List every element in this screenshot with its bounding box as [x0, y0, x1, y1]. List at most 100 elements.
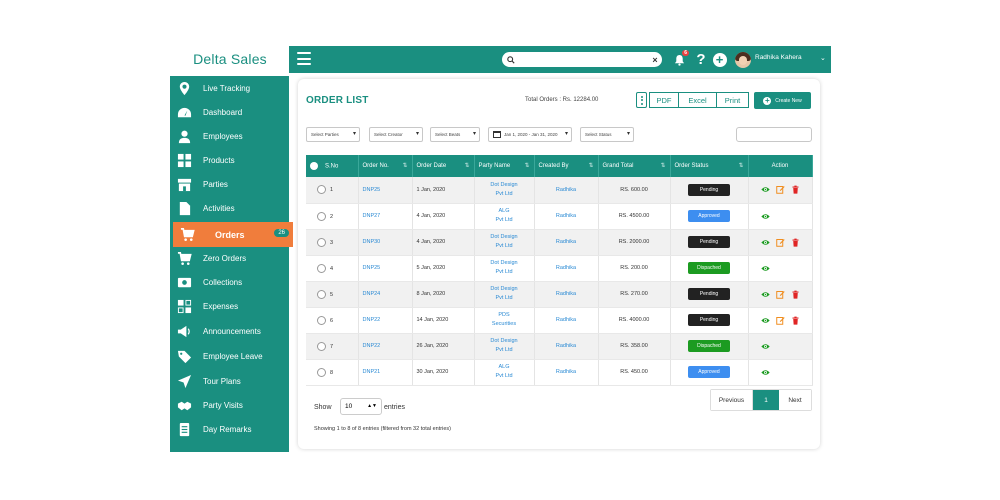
cell-order-no[interactable]: DNP24: [358, 281, 413, 308]
table-row[interactable]: 5 DNP24 8 Jan, 2020 Dot Design Pvt Ltd Radhik…: [306, 281, 813, 308]
hamburger-menu-icon[interactable]: [297, 52, 311, 66]
col-sno[interactable]: S.No: [306, 155, 359, 177]
col-created-by[interactable]: Created By ⇅: [534, 155, 599, 177]
sidebar-item-orders[interactable]: Orders 26: [173, 222, 293, 247]
row-checkbox[interactable]: [317, 289, 326, 299]
cell-created-by[interactable]: Radhika: [534, 203, 599, 230]
cell-order-no[interactable]: DNP22: [358, 333, 413, 360]
table-row[interactable]: 3 DNP30 4 Jan, 2020 Dot Design Pvt Ltd Radhik…: [306, 229, 813, 256]
view-eye-icon[interactable]: [760, 212, 770, 221]
table-row[interactable]: 8 DNP21 30 Jan, 2020 ALG Pvt Ltd Radhika RS. 4…: [306, 359, 813, 386]
cell-order-no[interactable]: DNP22: [358, 307, 413, 334]
row-checkbox[interactable]: [317, 263, 326, 273]
select-beats-dropdown[interactable]: Select Beats ▾: [430, 127, 480, 142]
table-row[interactable]: 6 DNP22 14 Jan, 2020 PDS Securities Radhika RS…: [306, 307, 813, 334]
delete-trash-icon[interactable]: [791, 185, 800, 194]
sidebar-item-dashboard[interactable]: Dashboard: [170, 101, 289, 123]
clear-search-icon[interactable]: ×: [648, 55, 662, 65]
previous-page-button[interactable]: Previous: [711, 390, 753, 410]
sidebar-item-zero-orders[interactable]: Zero Orders: [170, 247, 289, 269]
edit-pencil-icon[interactable]: [775, 316, 785, 325]
avatar[interactable]: [735, 52, 751, 68]
cell-order-no[interactable]: DNP25: [358, 177, 413, 204]
sidebar-item-employees[interactable]: Employees: [170, 125, 289, 147]
view-eye-icon[interactable]: [760, 342, 770, 351]
excel-button[interactable]: Excel: [679, 92, 717, 108]
cell-order-no[interactable]: DNP21: [358, 359, 413, 386]
add-icon[interactable]: +: [712, 52, 727, 67]
col-order-no[interactable]: Order No. ⇅: [358, 155, 413, 177]
delete-trash-icon[interactable]: [791, 290, 800, 299]
entries-per-page-select[interactable]: 10 ▲▼: [340, 398, 382, 415]
col-order-status[interactable]: Order Status ⇅: [670, 155, 749, 177]
table-row[interactable]: 7 DNP22 26 Jan, 2020 Dot Design Pvt Ltd Radhi…: [306, 333, 813, 360]
user-name[interactable]: Radhika Kahera: [755, 54, 802, 61]
row-checkbox[interactable]: [317, 211, 326, 221]
table-row[interactable]: 1 DNP25 1 Jan, 2020 Dot Design Pvt Ltd Radhik…: [306, 177, 813, 204]
sidebar-item-products[interactable]: Products: [170, 149, 289, 171]
sidebar-item-employee-leave[interactable]: Employee Leave: [170, 345, 289, 367]
sidebar-item-expenses[interactable]: Expenses: [170, 295, 289, 317]
notification-bell-icon[interactable]: 6: [672, 50, 689, 67]
cell-party-name[interactable]: Dot Design Pvt Ltd: [474, 255, 535, 282]
cell-created-by[interactable]: Radhika: [534, 307, 599, 334]
view-eye-icon[interactable]: [760, 238, 770, 247]
print-button[interactable]: Print: [717, 92, 749, 108]
row-checkbox[interactable]: [317, 341, 326, 351]
delete-trash-icon[interactable]: [791, 316, 800, 325]
cell-created-by[interactable]: Radhika: [534, 177, 599, 204]
view-eye-icon[interactable]: [760, 264, 770, 273]
view-eye-icon[interactable]: [760, 316, 770, 325]
cell-party-name[interactable]: ALG Pvt Ltd: [474, 359, 535, 386]
sidebar-item-party-visits[interactable]: Party Visits: [170, 394, 289, 416]
delete-trash-icon[interactable]: [791, 238, 800, 247]
edit-pencil-icon[interactable]: [775, 238, 785, 247]
table-search-input[interactable]: [736, 127, 812, 142]
sidebar-item-collections[interactable]: Collections: [170, 271, 289, 293]
table-row[interactable]: 2 DNP27 4 Jan, 2020 ALG Pvt Ltd Radhika RS. 45…: [306, 203, 813, 230]
edit-pencil-icon[interactable]: [775, 185, 785, 194]
row-checkbox[interactable]: [317, 237, 326, 247]
select-all-checkbox[interactable]: [310, 162, 318, 170]
create-new-button[interactable]: + Create New: [754, 92, 811, 109]
sidebar-item-activities[interactable]: Activities: [170, 197, 289, 219]
sidebar-item-parties[interactable]: Parties: [170, 173, 289, 195]
cell-party-name[interactable]: Dot Design Pvt Ltd: [474, 177, 535, 204]
cell-created-by[interactable]: Radhika: [534, 281, 599, 308]
cell-created-by[interactable]: Radhika: [534, 333, 599, 360]
search-input[interactable]: [520, 53, 648, 66]
row-checkbox[interactable]: [317, 315, 326, 325]
cell-created-by[interactable]: Radhika: [534, 255, 599, 282]
select-parties-dropdown[interactable]: Select Parties ▾: [306, 127, 360, 142]
sidebar-item-tour-plans[interactable]: Tour Plans: [170, 370, 289, 392]
view-eye-icon[interactable]: [760, 290, 770, 299]
view-eye-icon[interactable]: [760, 185, 770, 194]
select-creator-dropdown[interactable]: Select Creator ▾: [369, 127, 423, 142]
row-checkbox[interactable]: [317, 185, 326, 195]
sidebar-item-day-remarks[interactable]: Day Remarks: [170, 418, 289, 440]
next-page-button[interactable]: Next: [779, 390, 811, 410]
cell-created-by[interactable]: Radhika: [534, 359, 599, 386]
date-range-picker[interactable]: Jan 1, 2020 - Jan 31, 2020 ▾: [488, 127, 572, 142]
edit-pencil-icon[interactable]: [775, 290, 785, 299]
row-checkbox[interactable]: [317, 367, 326, 377]
select-status-dropdown[interactable]: Select Status ▾: [580, 127, 634, 142]
cell-party-name[interactable]: Dot Design Pvt Ltd: [474, 333, 535, 360]
pdf-button[interactable]: PDF: [649, 92, 679, 108]
cell-order-no[interactable]: DNP30: [358, 229, 413, 256]
cell-party-name[interactable]: Dot Design Pvt Ltd: [474, 229, 535, 256]
table-row[interactable]: 4 DNP25 5 Jan, 2020 Dot Design Pvt Ltd Radhik…: [306, 255, 813, 282]
more-options-icon[interactable]: [636, 92, 647, 108]
help-icon[interactable]: ?: [695, 51, 707, 68]
cell-created-by[interactable]: Radhika: [534, 229, 599, 256]
sidebar-item-announcements[interactable]: Announcements: [170, 320, 289, 342]
col-order-date[interactable]: Order Date ⇅: [412, 155, 475, 177]
cell-party-name[interactable]: ALG Pvt Ltd: [474, 203, 535, 230]
chevron-down-icon[interactable]: ⌄: [820, 54, 826, 62]
view-eye-icon[interactable]: [760, 368, 770, 377]
cell-order-no[interactable]: DNP27: [358, 203, 413, 230]
cell-party-name[interactable]: Dot Design Pvt Ltd: [474, 281, 535, 308]
col-grand-total[interactable]: Grand Total ⇅: [598, 155, 671, 177]
sidebar-item-live-tracking[interactable]: Live Tracking: [170, 77, 289, 99]
cell-party-name[interactable]: PDS Securities: [474, 307, 535, 334]
